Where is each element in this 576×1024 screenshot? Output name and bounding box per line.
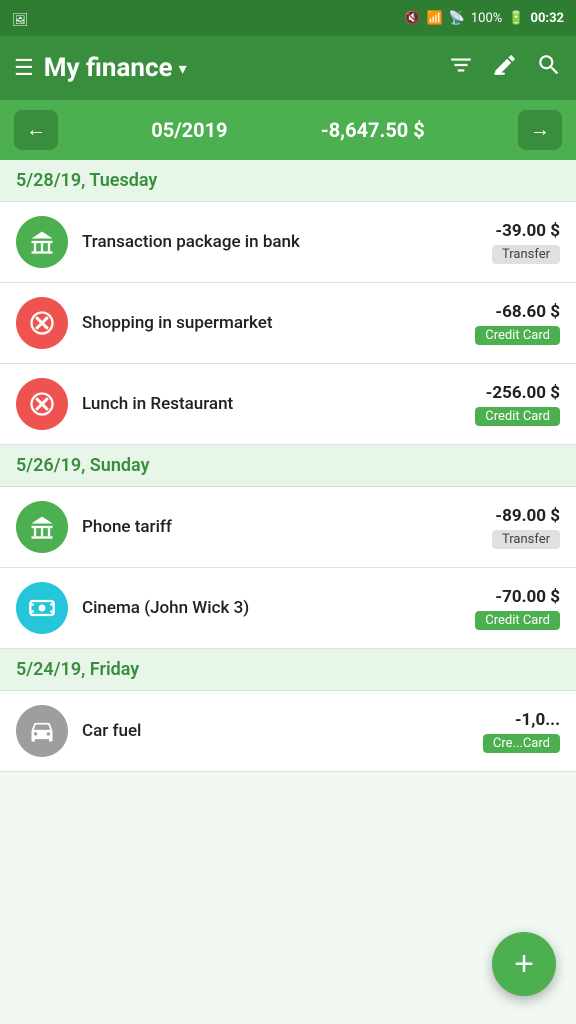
transaction-name: Phone tariff [82,517,478,537]
transaction-amount: -89.00 $ [495,506,560,526]
transaction-item[interactable]: Transaction package in bank -39.00 $ Tra… [0,202,576,283]
transaction-name: Car fuel [82,721,469,741]
transaction-amount: -1,0... [515,710,560,730]
transaction-tag: Credit Card [475,326,560,345]
transaction-tag: Transfer [492,245,560,264]
transaction-tag: Cre...Card [483,734,560,753]
transaction-right: -1,0... Cre...Card [483,710,560,753]
transaction-item[interactable]: Lunch in Restaurant -256.00 $ Credit Car… [0,364,576,445]
prev-month-button[interactable]: ← [14,110,58,150]
transaction-item[interactable]: Shopping in supermarket -68.60 $ Credit … [0,283,576,364]
status-time: 00:32 [531,11,565,26]
transaction-amount: -39.00 $ [495,221,560,241]
signal-icon: 📡 [449,11,465,26]
date-label: 05/2019 [151,118,227,142]
toolbar: ☰ My finance ▾ [0,36,576,100]
transaction-amount: -70.00 $ [495,587,560,607]
transaction-icon-cinema [16,582,68,634]
transaction-right: -89.00 $ Transfer [492,506,560,549]
transaction-item[interactable]: Cinema (John Wick 3) -70.00 $ Credit Car… [0,568,576,649]
transaction-name: Lunch in Restaurant [82,394,461,414]
transaction-icon-car [16,705,68,757]
transaction-icon-shopping [16,297,68,349]
toolbar-actions [448,52,562,84]
transaction-icon-restaurant [16,378,68,430]
section-date-2: 5/24/19, Friday [16,659,139,680]
add-transaction-button[interactable]: + [492,932,556,996]
menu-icon[interactable]: ☰ [14,56,34,81]
next-month-button[interactable]: → [518,110,562,150]
toolbar-title-area[interactable]: My finance ▾ [44,53,438,83]
transaction-right: -70.00 $ Credit Card [475,587,560,630]
transaction-amount: -256.00 $ [486,383,560,403]
transaction-name: Cinema (John Wick 3) [82,598,461,618]
section-date-0: 5/28/19, Tuesday [16,170,157,191]
transaction-tag: Credit Card [475,407,560,426]
transaction-tag: Transfer [492,530,560,549]
status-bar: 🖼 🔇 📶 📡 100% 🔋 00:32 [0,0,576,36]
transaction-amount: -68.60 $ [495,302,560,322]
transaction-right: -68.60 $ Credit Card [475,302,560,345]
total-balance: -8,647.50 $ [321,118,425,142]
transaction-name: Transaction package in bank [82,232,478,252]
section-header-1: 5/26/19, Sunday [0,445,576,487]
date-nav: ← 05/2019 -8,647.50 $ → [0,100,576,160]
battery-icon: 100% [471,11,502,26]
section-header-2: 5/24/19, Friday [0,649,576,691]
edit-icon[interactable] [492,52,518,84]
battery-full-icon: 🔋 [508,11,524,26]
filter-icon[interactable] [448,52,474,84]
section-date-1: 5/26/19, Sunday [16,455,150,476]
transaction-right: -39.00 $ Transfer [492,221,560,264]
transaction-icon-bank [16,216,68,268]
transaction-tag: Credit Card [475,611,560,630]
transaction-icon-phone [16,501,68,553]
transaction-right: -256.00 $ Credit Card [475,383,560,426]
transaction-item[interactable]: Car fuel -1,0... Cre...Card [0,691,576,772]
search-icon[interactable] [536,52,562,84]
mute-icon: 🔇 [404,11,420,26]
dropdown-icon: ▾ [179,59,187,78]
transaction-item[interactable]: Phone tariff -89.00 $ Transfer [0,487,576,568]
section-header-0: 5/28/19, Tuesday [0,160,576,202]
transactions-list: 5/28/19, Tuesday Transaction package in … [0,160,576,772]
wifi-icon: 📶 [426,11,442,26]
transaction-name: Shopping in supermarket [82,313,461,333]
app-title: My finance [44,53,173,83]
